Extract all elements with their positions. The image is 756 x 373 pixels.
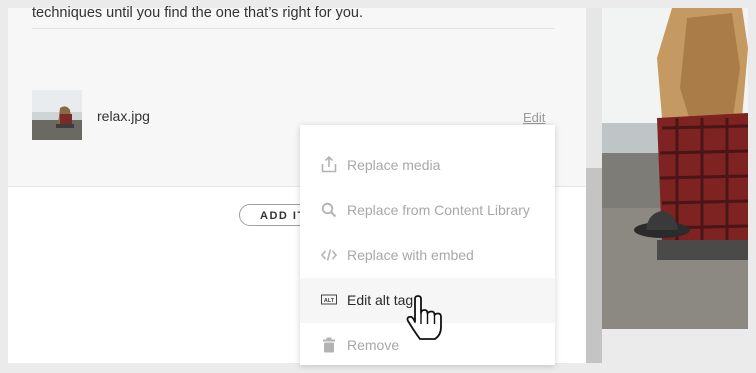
menu-item-label: Edit alt tag (347, 292, 414, 308)
menu-item-replace-with-embed[interactable]: Replace with embed (300, 233, 555, 278)
svg-text:ALT: ALT (324, 298, 335, 304)
hand-pointer-cursor (405, 295, 445, 341)
trash-icon (321, 336, 337, 354)
upload-icon (321, 155, 337, 174)
code-icon (320, 246, 338, 264)
divider (32, 28, 554, 29)
menu-item-label: Replace from Content Library (347, 202, 530, 218)
menu-item-label: Remove (347, 337, 400, 353)
preview-image (602, 8, 748, 329)
menu-item-replace-from-library[interactable]: Replace from Content Library (300, 188, 555, 233)
menu-item-label: Replace media (347, 157, 441, 173)
menu-item-replace-media[interactable]: Replace media (300, 143, 555, 188)
file-name: relax.jpg (97, 108, 150, 124)
alt-tag-icon: ALT (321, 291, 337, 309)
card-description: techniques until you find the one that’s… (32, 5, 364, 21)
image-thumbnail[interactable] (32, 90, 82, 140)
scrollbar-thumb[interactable] (586, 168, 602, 363)
search-icon (321, 201, 337, 219)
edit-link[interactable]: Edit (523, 110, 545, 125)
menu-item-label: Replace with embed (347, 247, 474, 263)
